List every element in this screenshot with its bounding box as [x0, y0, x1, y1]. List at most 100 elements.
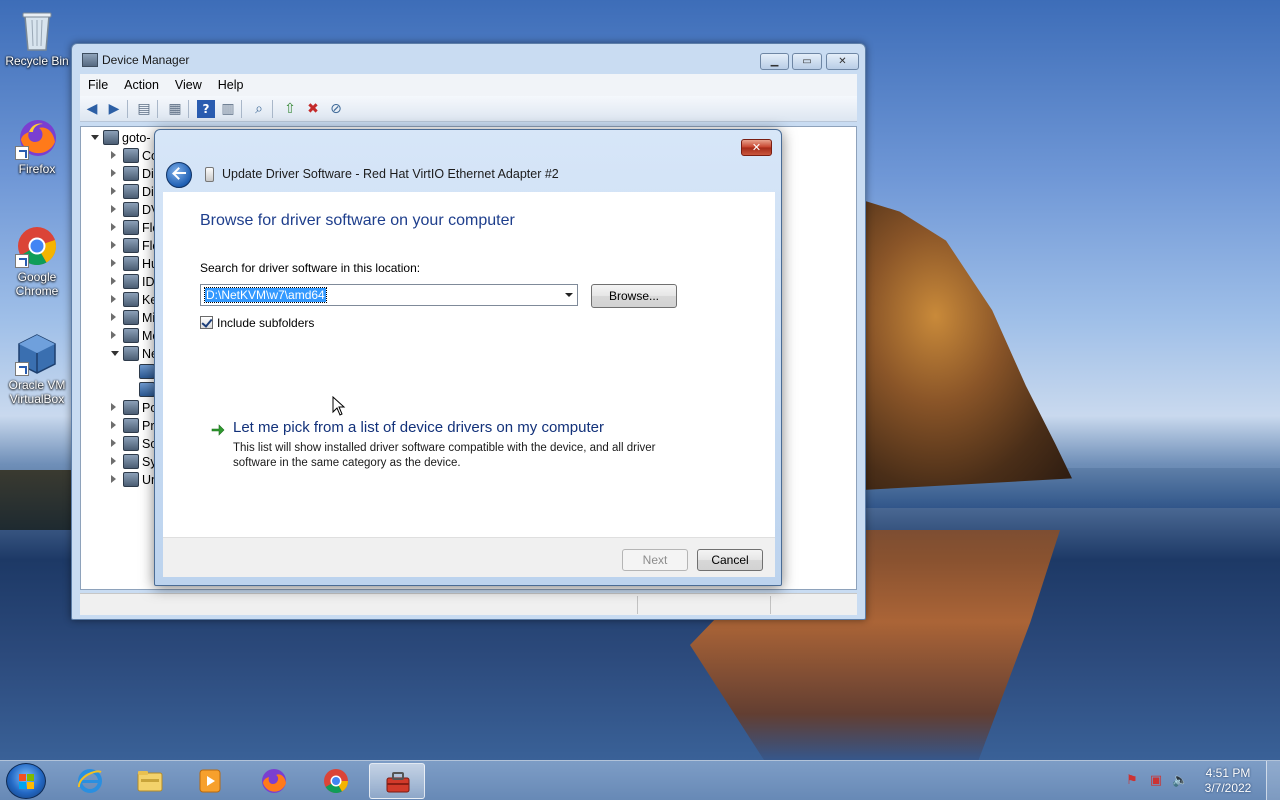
expand-icon[interactable]	[111, 151, 116, 159]
disable-device-icon[interactable]: ⊘	[327, 100, 345, 118]
show-desktop-button[interactable]	[1266, 761, 1280, 800]
expand-icon[interactable]	[111, 259, 116, 267]
dialog-close-button[interactable]: ✕	[741, 139, 772, 156]
expand-icon[interactable]	[111, 421, 116, 429]
uninstall-icon[interactable]: ✖	[304, 100, 322, 118]
start-button[interactable]	[6, 763, 46, 799]
include-subfolders-label[interactable]: Include subfolders	[217, 316, 314, 330]
taskbar: ⚑ ▣ 🔈 4:51 PM 3/7/2022	[0, 760, 1280, 800]
show-hide-console-tree-icon[interactable]: ▤	[135, 100, 153, 118]
media-player-icon	[199, 769, 221, 793]
scan-hardware-icon[interactable]: ⌕	[250, 100, 268, 118]
display-adapter-icon	[123, 184, 139, 199]
windows-logo-icon	[19, 774, 35, 790]
driver-path-value[interactable]: D:\NetKVM\w7\amd64	[204, 287, 327, 303]
system-clock[interactable]: 4:51 PM 3/7/2022	[1196, 766, 1260, 796]
window-title: Device Manager	[102, 53, 190, 67]
wallpaper-shore	[0, 470, 80, 530]
menu-view[interactable]: View	[167, 74, 210, 96]
toolbar: ◀ ▶ ▤ ▦ ? ▥ ⌕ ⇧ ✖ ⊘	[80, 96, 857, 122]
driver-path-combobox[interactable]: D:\NetKVM\w7\amd64	[200, 284, 578, 306]
taskbar-windows-explorer[interactable]	[122, 763, 178, 799]
taskbar-device-manager[interactable]	[369, 763, 425, 799]
expand-icon[interactable]	[111, 457, 116, 465]
close-button[interactable]: ✕	[826, 53, 859, 70]
taskbar-firefox[interactable]	[246, 763, 302, 799]
pick-from-list-description: This list will show installed driver sof…	[233, 442, 656, 469]
desktop-icon-label: Firefox	[18, 162, 56, 176]
expand-icon[interactable]	[111, 295, 116, 303]
keyboard-icon	[123, 292, 139, 307]
properties-icon[interactable]: ▦	[166, 100, 184, 118]
expand-icon[interactable]	[111, 439, 116, 447]
shortcut-arrow-icon	[15, 362, 29, 376]
menu-action[interactable]: Action	[116, 74, 167, 96]
mouse-cursor-icon	[332, 396, 346, 416]
maximize-button[interactable]: ▭	[792, 53, 822, 70]
next-button[interactable]: Next	[622, 549, 688, 571]
dropdown-arrow-icon[interactable]	[565, 293, 573, 297]
taskbar-internet-explorer[interactable]	[62, 763, 118, 799]
status-separator	[770, 596, 771, 614]
forward-arrow-icon[interactable]: ▶	[105, 100, 123, 118]
minimize-button[interactable]: ▁	[760, 53, 789, 70]
pick-from-list-link[interactable]: Let me pick from a list of device driver…	[233, 419, 604, 436]
toolbar-separator	[127, 100, 128, 118]
desktop-icon-label: Oracle VM VirtualBox	[8, 378, 66, 406]
taskbar-media-player[interactable]	[182, 763, 238, 799]
expand-icon[interactable]	[111, 331, 116, 339]
expand-icon[interactable]	[111, 223, 116, 231]
dialog-body: Browse for driver software on your compu…	[163, 192, 775, 537]
green-arrow-icon	[211, 424, 225, 436]
action-center-flag-icon[interactable]: ⚑	[1124, 773, 1140, 789]
network-disconnected-icon[interactable]: ▣	[1148, 773, 1164, 789]
expand-icon[interactable]	[111, 277, 116, 285]
back-button[interactable]	[166, 162, 192, 188]
device-manager-titlebar[interactable]: Device Manager ▁ ▭ ✕	[72, 44, 865, 74]
toolbar-separator	[241, 100, 242, 118]
menu-help[interactable]: Help	[210, 74, 252, 96]
virtualbox-icon	[15, 332, 59, 376]
desktop-icon-google-chrome[interactable]: Google Chrome	[2, 224, 72, 298]
clock-date: 3/7/2022	[1204, 781, 1252, 795]
update-driver-icon[interactable]: ⇧	[281, 100, 299, 118]
dvd-drive-icon	[123, 202, 139, 217]
expand-icon[interactable]	[111, 313, 116, 321]
chrome-icon	[15, 224, 59, 268]
expand-icon[interactable]	[111, 475, 116, 483]
hid-icon	[123, 256, 139, 271]
collapse-icon[interactable]	[111, 351, 119, 356]
expand-icon[interactable]	[111, 241, 116, 249]
expand-icon[interactable]	[111, 187, 116, 195]
tree-item[interactable]	[127, 381, 157, 399]
cancel-button[interactable]: Cancel	[697, 549, 763, 571]
help-icon[interactable]: ?	[197, 100, 215, 118]
taskbar-google-chrome[interactable]	[308, 763, 364, 799]
collapse-icon[interactable]	[91, 135, 99, 140]
recycle-bin-icon	[15, 8, 59, 52]
chrome-icon	[324, 769, 348, 794]
action-pane-icon[interactable]: ▥	[219, 100, 237, 118]
firefox-icon	[262, 769, 286, 793]
sound-icon	[123, 436, 139, 451]
dialog-heading: Browse for driver software on your compu…	[200, 212, 515, 229]
processor-icon	[123, 418, 139, 433]
volume-icon[interactable]: 🔈	[1172, 773, 1188, 789]
desktop-icon-virtualbox[interactable]: Oracle VM VirtualBox	[2, 332, 72, 406]
tree-item[interactable]	[127, 363, 157, 381]
computer-icon	[123, 148, 139, 163]
monitor-icon	[123, 328, 139, 343]
menu-file[interactable]: File	[80, 74, 116, 96]
expand-icon[interactable]	[111, 169, 116, 177]
floppy-drive-icon	[123, 238, 139, 253]
location-label: Search for driver software in this locat…	[200, 261, 421, 275]
disk-drive-icon	[123, 166, 139, 181]
usb-icon	[123, 472, 139, 487]
expand-icon[interactable]	[111, 403, 116, 411]
desktop-icon-firefox[interactable]: Firefox	[2, 116, 72, 176]
back-arrow-icon[interactable]: ◀	[83, 100, 101, 118]
desktop-icon-recycle-bin[interactable]: Recycle Bin	[2, 8, 72, 68]
expand-icon[interactable]	[111, 205, 116, 213]
browse-button[interactable]: Browse...	[591, 284, 677, 308]
include-subfolders-checkbox[interactable]	[200, 316, 213, 329]
